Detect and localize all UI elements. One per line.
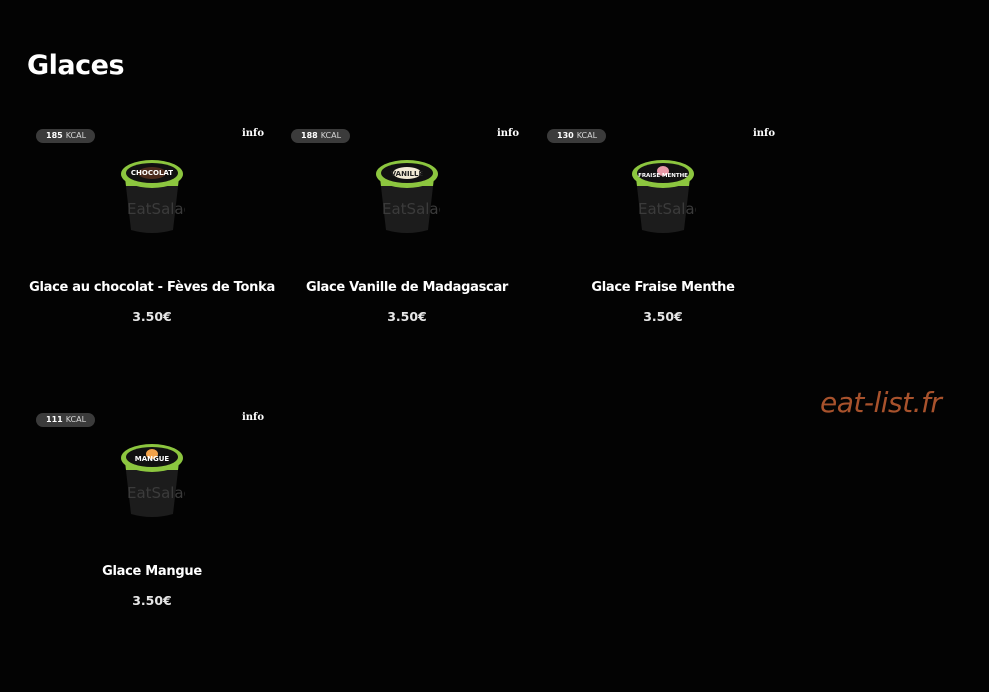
product-card[interactable]: 188KCAL info VANILLE EatSalad Glace Vani… <box>282 128 532 338</box>
product-name[interactable]: Glace Fraise Menthe <box>538 280 788 295</box>
ice-cream-cup-image[interactable]: MANGUE EatSalad <box>119 442 193 520</box>
info-link[interactable]: info <box>242 128 264 139</box>
ice-cream-cup-image[interactable]: CHOCOLAT EatSalad <box>119 158 193 236</box>
product-card[interactable]: 111KCAL info MANGUE EatSalad Glace Mangu… <box>27 412 277 622</box>
kcal-badge: 111 KCAL <box>36 413 96 427</box>
info-link[interactable]: info <box>242 412 264 423</box>
svg-text:CHOCOLAT: CHOCOLAT <box>131 169 173 177</box>
svg-text:EatSalad: EatSalad <box>127 484 185 502</box>
ice-cream-cup-image[interactable]: VANILLE EatSalad <box>374 158 448 236</box>
svg-text:EatSalad: EatSalad <box>638 200 696 218</box>
kcal-badge: 130 KCAL <box>547 129 607 143</box>
svg-text:FRAISE MENTHE: FRAISE MENTHE <box>638 173 688 179</box>
svg-text:EatSalad: EatSalad <box>127 200 185 218</box>
product-price: 3.50€ <box>643 309 683 324</box>
product-price: 3.50€ <box>132 593 172 608</box>
product-card[interactable]: 185KCAL info CHOCOLAT EatSalad Glace au … <box>27 128 277 338</box>
product-price: 3.50€ <box>387 309 427 324</box>
product-price: 3.50€ <box>132 309 172 324</box>
page-title: Glaces <box>27 50 125 81</box>
svg-text:VANILLE: VANILLE <box>391 170 424 178</box>
svg-text:MANGUE: MANGUE <box>135 455 170 463</box>
info-link[interactable]: info <box>753 128 775 139</box>
product-name[interactable]: Glace Vanille de Madagascar <box>282 280 532 295</box>
ice-cream-cup-image[interactable]: FRAISE MENTHE EatSalad <box>630 158 704 236</box>
product-name[interactable]: Glace Mangue <box>27 564 277 579</box>
svg-text:EatSalad: EatSalad <box>382 200 440 218</box>
product-name[interactable]: Glace au chocolat - Fèves de Tonka <box>27 280 277 295</box>
info-link[interactable]: info <box>497 128 519 139</box>
watermark: eat-list.fr <box>820 386 942 419</box>
kcal-badge: 185 KCAL <box>36 129 96 143</box>
product-card[interactable]: 130KCAL info FRAISE MENTHE EatSalad Glac… <box>538 128 788 338</box>
kcal-badge: 188 KCAL <box>291 129 351 143</box>
